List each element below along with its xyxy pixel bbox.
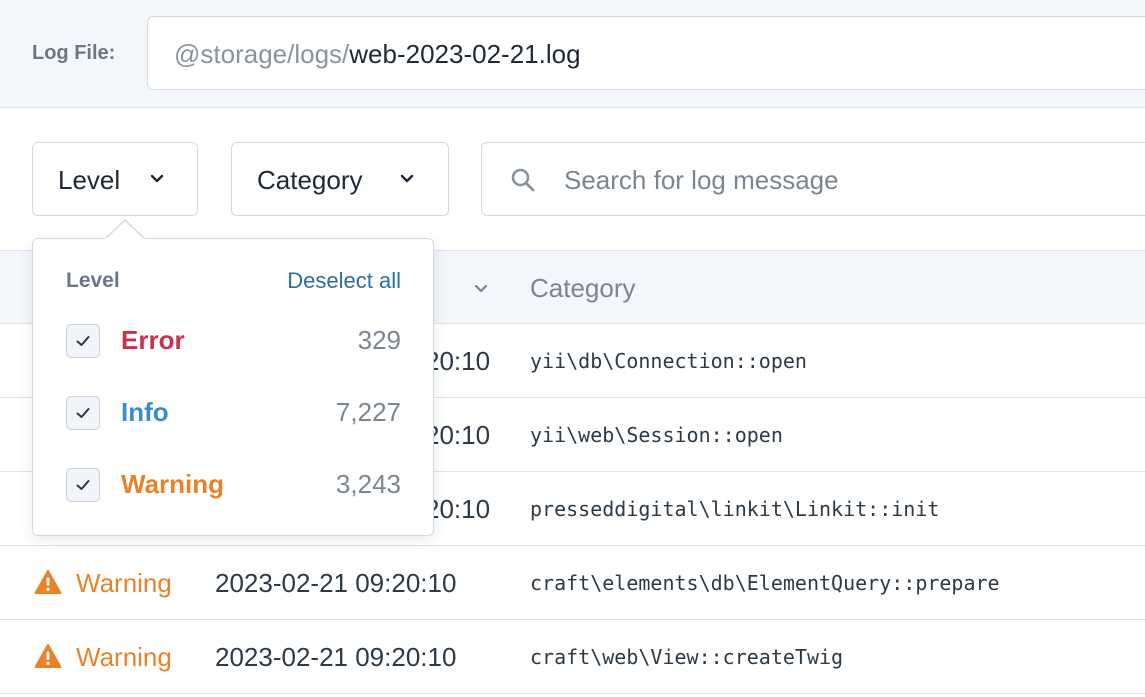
dropdown-arrow	[105, 219, 145, 239]
log-file-path-prefix: @storage/logs/	[174, 39, 350, 69]
level-option-name: Warning	[121, 469, 225, 499]
row-timestamp: 2023-02-21 09:20:10	[215, 642, 457, 672]
level-option-count: 7,227	[335, 397, 401, 427]
row-level: Warning	[76, 568, 172, 598]
search-input[interactable]: Search for log message	[481, 142, 1145, 216]
search-icon	[511, 168, 535, 192]
level-option-count: 329	[357, 325, 401, 355]
level-option-info[interactable]: Info 7,227	[33, 382, 433, 442]
warning-triangle-icon	[34, 570, 62, 594]
level-checkbox[interactable]	[66, 468, 100, 502]
level-option-warning[interactable]: Warning 3,243	[33, 454, 433, 514]
level-dropdown: Level Deselect all Error 329 Info 7,227 …	[32, 219, 434, 536]
row-level: Warning	[76, 642, 172, 672]
level-option-error[interactable]: Error 329	[33, 310, 433, 370]
warning-triangle-icon	[34, 644, 62, 668]
category-filter-button[interactable]: Category	[231, 142, 449, 216]
level-filter-label: Level	[58, 165, 121, 195]
row-category: presseddigital\linkit\Linkit::init	[530, 497, 940, 521]
row-timestamp: 20:10	[425, 420, 491, 450]
level-option-count: 3,243	[335, 469, 401, 499]
category-column-header[interactable]: Category	[530, 273, 636, 304]
row-timestamp: 2023-02-21 09:20:10	[215, 568, 457, 598]
category-filter-label: Category	[257, 165, 363, 195]
check-icon	[76, 336, 90, 346]
chevron-down-icon	[400, 174, 414, 183]
check-icon	[76, 480, 90, 490]
check-icon	[76, 408, 90, 418]
row-timestamp: 20:10	[425, 346, 491, 376]
row-category: yii\db\Connection::open	[530, 349, 807, 373]
table-row[interactable]: Warning 2023-02-21 09:20:10 craft\web\Vi…	[0, 620, 1145, 694]
log-file-label: Log File:	[32, 42, 116, 64]
row-category: yii\web\Session::open	[530, 423, 783, 447]
log-file-name: web-2023-02-21.log	[349, 39, 581, 69]
chevron-down-icon[interactable]	[474, 284, 488, 294]
level-checkbox[interactable]	[66, 324, 100, 358]
log-file-select[interactable]: @storage/logs/web-2023-02-21.log	[147, 16, 1145, 90]
deselect-all-button[interactable]: Deselect all	[287, 268, 401, 294]
level-option-name: Error	[121, 325, 185, 355]
row-timestamp: 20:10	[425, 494, 491, 524]
search-placeholder: Search for log message	[564, 165, 839, 195]
level-filter-button[interactable]: Level	[32, 142, 198, 216]
row-category: craft\web\View::createTwig	[530, 645, 844, 669]
row-category: craft\elements\db\ElementQuery::prepare	[530, 571, 1000, 595]
log-file-path: @storage/logs/web-2023-02-21.log	[174, 39, 581, 70]
log-file-bar: Log File: @storage/logs/web-2023-02-21.l…	[0, 0, 1145, 108]
chevron-down-icon	[150, 174, 164, 183]
table-row[interactable]: Warning 2023-02-21 09:20:10 craft\elemen…	[0, 546, 1145, 620]
dropdown-title: Level	[66, 269, 120, 292]
level-option-name: Info	[121, 397, 169, 427]
level-checkbox[interactable]	[66, 396, 100, 430]
